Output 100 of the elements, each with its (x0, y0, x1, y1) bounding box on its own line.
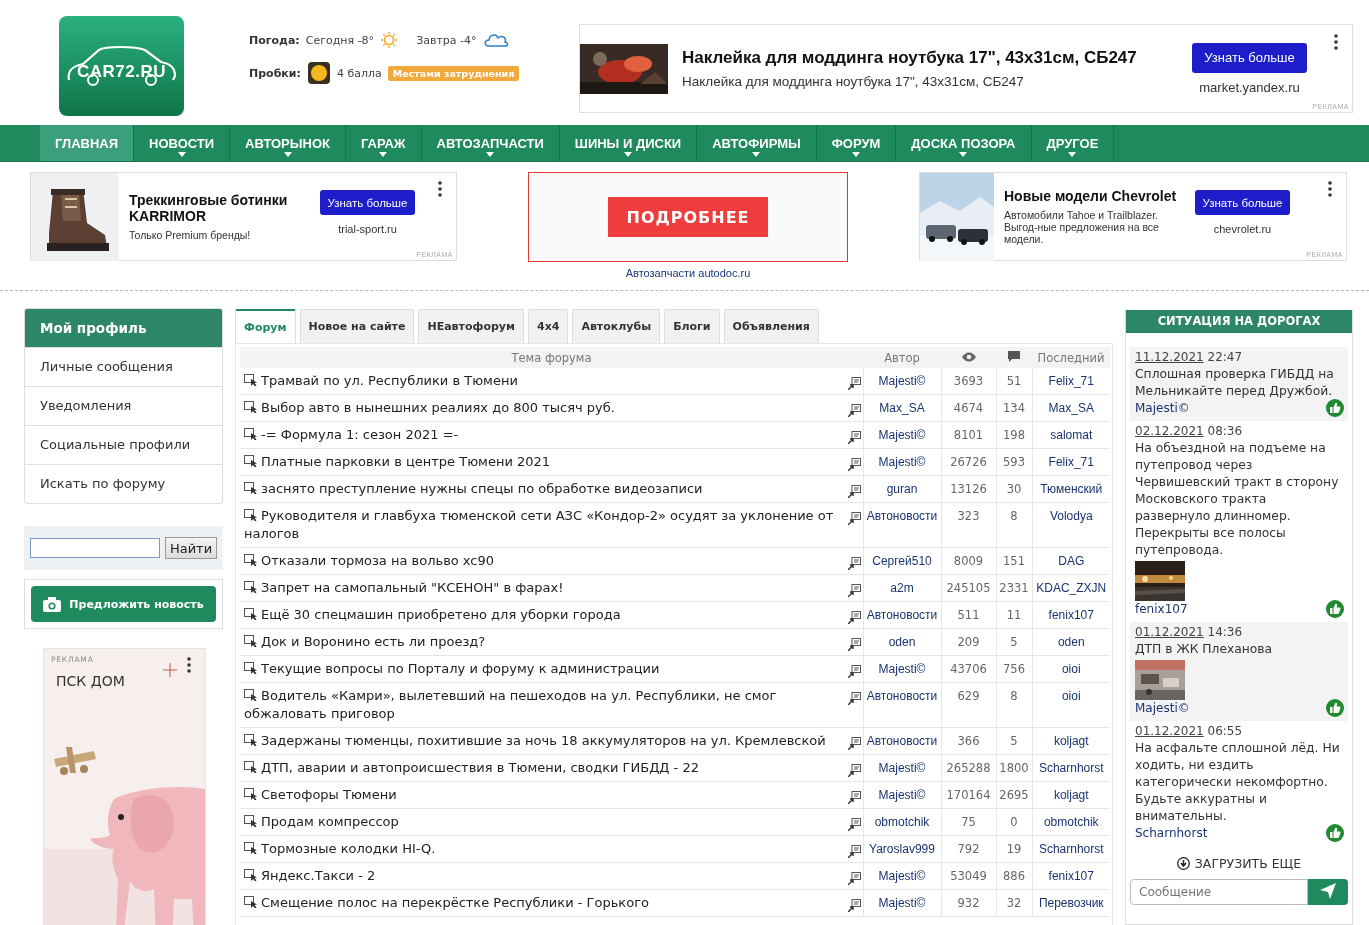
menu-item[interactable]: Социальные профили (25, 425, 222, 464)
topic-link[interactable]: ДТП, аварии и автопроисшествия в Тюмени, сводки ГИБДД - 22 (244, 759, 840, 777)
more-icon[interactable] (187, 657, 191, 673)
more-icon[interactable] (438, 181, 442, 197)
logo[interactable]: CAR72.RU (59, 16, 184, 116)
date-link[interactable]: 11.12.2021 (1135, 350, 1204, 364)
learn-more-button[interactable]: Узнать больше (320, 190, 415, 215)
author-link[interactable]: obmotchik (874, 815, 930, 829)
thumbs-up-icon[interactable] (1326, 600, 1344, 618)
author-link[interactable]: Majesti© (878, 761, 926, 775)
topic-link[interactable]: Водитель «Камри», вылетевший на пешеходов на ул. Республики, не смог обжаловать приговор (244, 687, 840, 723)
ad-title[interactable]: Треккинговые ботинки KARRIMOR (129, 192, 314, 224)
reply-icon[interactable] (847, 737, 861, 750)
author-link[interactable]: guran (886, 482, 918, 496)
topic-link[interactable]: Яндекс.Такси - 2 (244, 867, 840, 885)
reply-icon[interactable] (847, 899, 861, 912)
last-poster-link[interactable]: Тюменский (1040, 482, 1103, 496)
last-poster-link[interactable]: oioi (1061, 689, 1081, 703)
message-field[interactable]: Сообщение (1130, 879, 1308, 905)
last-poster-link[interactable]: fenix107 (1048, 608, 1094, 622)
thumbs-up-icon[interactable] (1326, 699, 1344, 717)
last-poster-link[interactable]: Volodya (1049, 509, 1093, 523)
topic-link[interactable]: Руководителя и главбуха тюменской сети АЗС «Кондор-2» осудят за уклонение от налогов (244, 507, 840, 543)
reply-icon[interactable] (847, 692, 861, 705)
author-link[interactable]: Автоновости (866, 608, 938, 622)
topic-link[interactable]: Отказали тормоза на вольво xc90 (244, 552, 840, 570)
last-poster-link[interactable]: koljagt (1053, 788, 1089, 802)
tab[interactable]: Блоги (664, 309, 720, 343)
last-poster-link[interactable]: Felix_71 (1048, 455, 1094, 469)
menu-item[interactable]: Искать по форуму (25, 464, 222, 503)
ad-title[interactable]: Новые модели Chevrolet (1004, 188, 1189, 204)
author-link[interactable]: Majesti© (878, 788, 926, 802)
more-icon[interactable] (1334, 34, 1338, 50)
author-link[interactable]: Majesti© (1135, 400, 1190, 417)
author-link[interactable]: Автоновости (866, 689, 938, 703)
date-link[interactable]: 01.12.2021 (1135, 724, 1204, 738)
menu-item[interactable]: Уведомления (25, 386, 222, 425)
last-poster-link[interactable]: oden (1057, 635, 1085, 649)
send-button[interactable] (1308, 879, 1348, 905)
more-button[interactable]: ПОДРОБНЕЕ (608, 197, 768, 237)
reply-icon[interactable] (847, 512, 861, 525)
tab[interactable]: Новое на сайте (299, 309, 415, 343)
author-link[interactable]: fenix107 (1135, 601, 1188, 618)
last-poster-link[interactable]: obmotchik (1043, 815, 1099, 829)
nav-item[interactable]: ФОРУМ (816, 125, 897, 161)
tab[interactable]: НЕавтофорум (418, 309, 524, 343)
topic-link[interactable]: Смещение полос на перекрёстке Республики - Горького (244, 894, 840, 912)
last-poster-link[interactable]: oioi (1061, 662, 1081, 676)
reply-icon[interactable] (847, 557, 861, 570)
thumbs-up-icon[interactable] (1326, 399, 1344, 417)
topic-link[interactable]: заснято преступление нужны спецы по обработке видеозаписи (244, 480, 840, 498)
last-poster-link[interactable]: DAG (1058, 554, 1085, 568)
reply-icon[interactable] (847, 584, 861, 597)
search-button[interactable]: Найти (165, 537, 217, 559)
ad-title[interactable]: Наклейка для моддинга ноутбука 17", 43x31см, СБ247 (682, 48, 1172, 68)
author-link[interactable]: Majesti© (878, 455, 926, 469)
topic-link[interactable]: Текущие вопросы по Порталу и форуму к администрации (244, 660, 840, 678)
last-poster-link[interactable]: KDAC_ZXJN (1036, 581, 1107, 595)
author-link[interactable]: a2m (890, 581, 914, 595)
tab[interactable]: Автоклубы (572, 309, 661, 343)
topic-link[interactable]: -= Формула 1: сезон 2021 =- (244, 426, 840, 444)
author-link[interactable]: Majesti© (878, 428, 926, 442)
thumbs-up-icon[interactable] (1326, 824, 1344, 842)
topic-link[interactable]: Запрет на самопальный "КСЕНОН" в фарах! (244, 579, 840, 597)
author-link[interactable]: Majesti© (878, 869, 926, 883)
author-link[interactable]: Автоновости (866, 509, 938, 523)
author-link[interactable]: Сергей510 (872, 554, 932, 568)
nav-item[interactable]: ГАРАЖ (345, 125, 422, 161)
author-link[interactable]: Majesti© (878, 896, 926, 910)
reply-icon[interactable] (847, 764, 861, 777)
nav-item[interactable]: АВТОЗАПЧАСТИ (421, 125, 560, 161)
nav-item[interactable]: ШИНЫ И ДИСКИ (559, 125, 698, 161)
reply-icon[interactable] (847, 638, 861, 651)
menu-item[interactable]: Личные сообщения (25, 347, 222, 386)
load-more-link[interactable]: ЗАГРУЗИТЬ ЕЩЕ (1126, 856, 1352, 871)
reply-icon[interactable] (847, 431, 861, 444)
reply-icon[interactable] (847, 611, 861, 624)
last-poster-link[interactable]: Max_SA (1048, 401, 1094, 415)
nav-item[interactable]: АВТОРЫНОК (230, 125, 346, 161)
topic-link[interactable]: Продам компрессор (244, 813, 840, 831)
tab[interactable]: 4x4 (528, 309, 569, 343)
last-poster-link[interactable]: koljagt (1053, 734, 1089, 748)
reply-icon[interactable] (847, 458, 861, 471)
topic-link[interactable]: Док и Воронино есть ли проезд? (244, 633, 840, 651)
reply-icon[interactable] (847, 665, 861, 678)
last-poster-link[interactable]: Scharnhorst (1038, 842, 1104, 856)
author-link[interactable]: Scharnhorst (1135, 825, 1208, 842)
tab[interactable]: Форум (235, 309, 296, 343)
reply-icon[interactable] (847, 872, 861, 885)
ad-caption[interactable]: Автозапчасти autodoc.ru (625, 267, 751, 279)
learn-more-button[interactable]: Узнать больше (1192, 42, 1307, 73)
last-poster-link[interactable]: fenix107 (1048, 869, 1094, 883)
learn-more-button[interactable]: Узнать больше (1195, 190, 1290, 215)
author-link[interactable]: Majesti© (878, 374, 926, 388)
reply-icon[interactable] (847, 818, 861, 831)
reply-icon[interactable] (847, 791, 861, 804)
topic-link[interactable]: Платные парковки в центре Тюмени 2021 (244, 453, 840, 471)
nav-item[interactable]: АВТОФИРМЫ (697, 125, 817, 161)
author-link[interactable]: Yaroslav999 (869, 842, 935, 856)
author-link[interactable]: Majesti© (878, 662, 926, 676)
